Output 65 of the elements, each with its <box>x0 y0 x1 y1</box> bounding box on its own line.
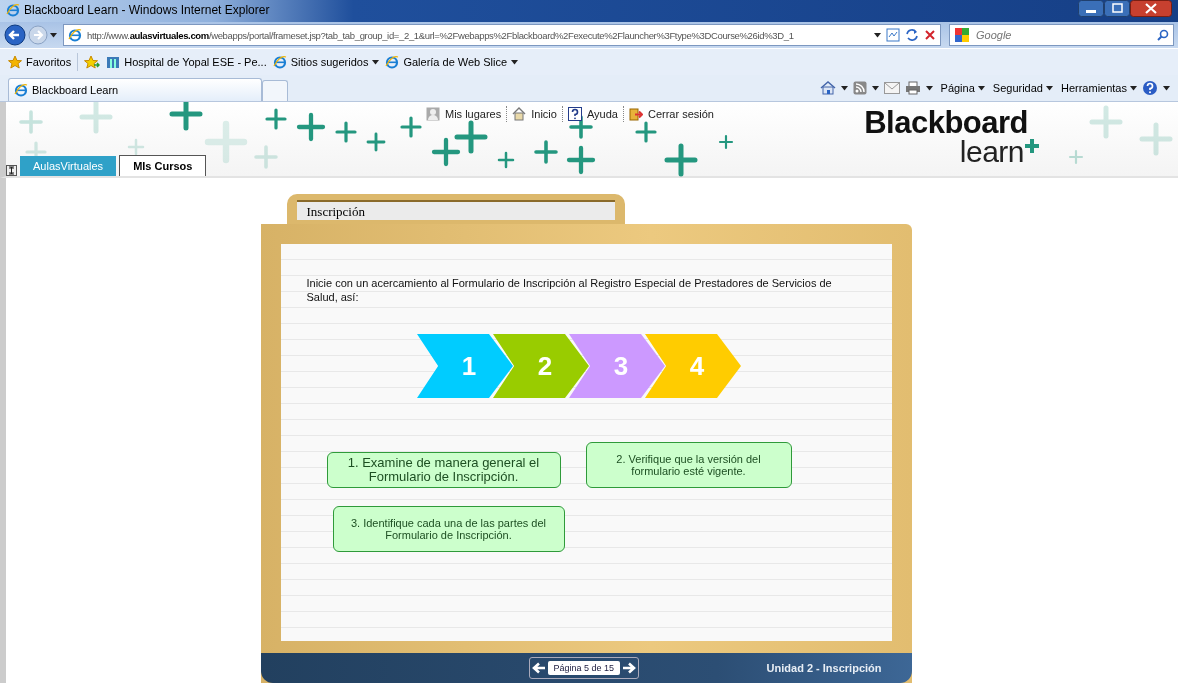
instruction-note: 3. Identifique cada una de las partes del Formulario de Inscripción. <box>332 506 565 552</box>
caret-icon <box>1163 85 1170 91</box>
home-icon <box>819 81 836 95</box>
command-menu[interactable]: Página <box>940 82 985 94</box>
browser-logo-icon <box>6 3 20 17</box>
instruction-note: 2. Verifique que la versión del formulario esté vigente. <box>585 442 792 488</box>
home-icon <box>512 107 527 121</box>
arrow-left-icon <box>531 662 546 674</box>
address-field[interactable]: http://www.aulasvirtuales.com/webapps/portal/frameset.jsp?tab_tab_group_id=_2_1&url=%2Fwebapps%2Fblackboard%2Fexecute%2Flauncher%3Ftype%3DCourse%26id%3D_1 <box>63 24 941 46</box>
site-tab[interactable]: MIs Cursos <box>119 155 207 176</box>
caret-icon <box>925 85 933 91</box>
header-link[interactable]: Ayuda <box>586 108 618 120</box>
mail-icon <box>883 82 900 94</box>
back-icon <box>4 24 26 46</box>
browser-logo-icon <box>272 55 287 69</box>
caret-icon <box>1130 85 1137 91</box>
search-field[interactable]: Google <box>974 28 1153 42</box>
browser-logo-icon <box>68 28 82 42</box>
unit-title: Unidad 2 - Inscripción <box>766 662 882 674</box>
caret-icon <box>871 85 879 91</box>
window-title: Blackboard Learn - Windows Internet Explorer <box>24 3 270 17</box>
page-indicator: Página 5 de 15 <box>547 661 621 675</box>
arrow-right-icon <box>622 662 637 674</box>
header-link[interactable]: Inicio <box>531 108 557 120</box>
favorites-item[interactable]: Sitios sugeridos <box>272 55 380 69</box>
plus-icon <box>1024 138 1040 154</box>
browser-logo-icon <box>385 55 400 69</box>
instruction-note: 1. Examine de manera general el Formulario de Inscripción. <box>326 452 561 488</box>
lesson-title: Inscripción <box>296 200 615 220</box>
star-icon <box>8 55 22 69</box>
search-box[interactable]: Google <box>949 24 1174 46</box>
browser-tab[interactable]: Blackboard Learn <box>8 78 262 101</box>
caret-icon <box>511 59 519 65</box>
search-provider-icon <box>954 27 970 43</box>
person-icon <box>426 107 440 121</box>
favorites-item[interactable]: Hospital de Yopal ESE - Pe... <box>106 55 267 69</box>
feed-icon <box>852 81 867 95</box>
logo-text: Blackboard <box>864 108 1028 138</box>
logo-text: learn <box>959 138 1024 166</box>
close-icon <box>1130 0 1172 17</box>
compatibility-icon <box>886 28 900 42</box>
caret-icon <box>372 59 380 65</box>
forward-icon <box>28 25 48 45</box>
header-link[interactable]: Cerrar sesión <box>647 108 714 120</box>
print-icon <box>904 81 921 95</box>
intro-text: Inicie con un acercamiento al Formulario de Inscripción al Registro Especial de Prestadores de Servicios de Salud, así: <box>306 276 833 304</box>
site-icon <box>106 55 121 69</box>
stop-icon <box>924 29 936 41</box>
refresh-icon <box>905 28 919 42</box>
header-link[interactable]: Mis lugares <box>445 108 502 120</box>
command-menu[interactable]: Seguridad <box>992 82 1053 94</box>
caret-icon <box>1045 85 1053 91</box>
command-menu[interactable]: Herramientas <box>1060 82 1137 94</box>
caret-icon <box>874 32 881 38</box>
favorites-item[interactable]: Galería de Web Slice <box>385 55 519 69</box>
caret-icon <box>977 85 985 91</box>
url-text: http://www.aulasvirtuales.com/webapps/portal/frameset.jsp?tab_tab_group_id=_2_1&url=%2Fwebapps%2Fblackboard%2Fexecute%2Flauncher%3Ftype%3DCourse%26id%3D_1 <box>87 29 795 41</box>
maximize-icon <box>1104 0 1130 17</box>
add-favorite-icon <box>84 55 101 69</box>
caret-icon <box>840 85 848 91</box>
favorites-item[interactable]: Favoritos <box>8 55 72 69</box>
browser-logo-icon <box>14 83 28 97</box>
minimize-icon <box>1078 0 1104 17</box>
search-icon <box>1157 29 1169 41</box>
caret-icon <box>50 32 57 38</box>
